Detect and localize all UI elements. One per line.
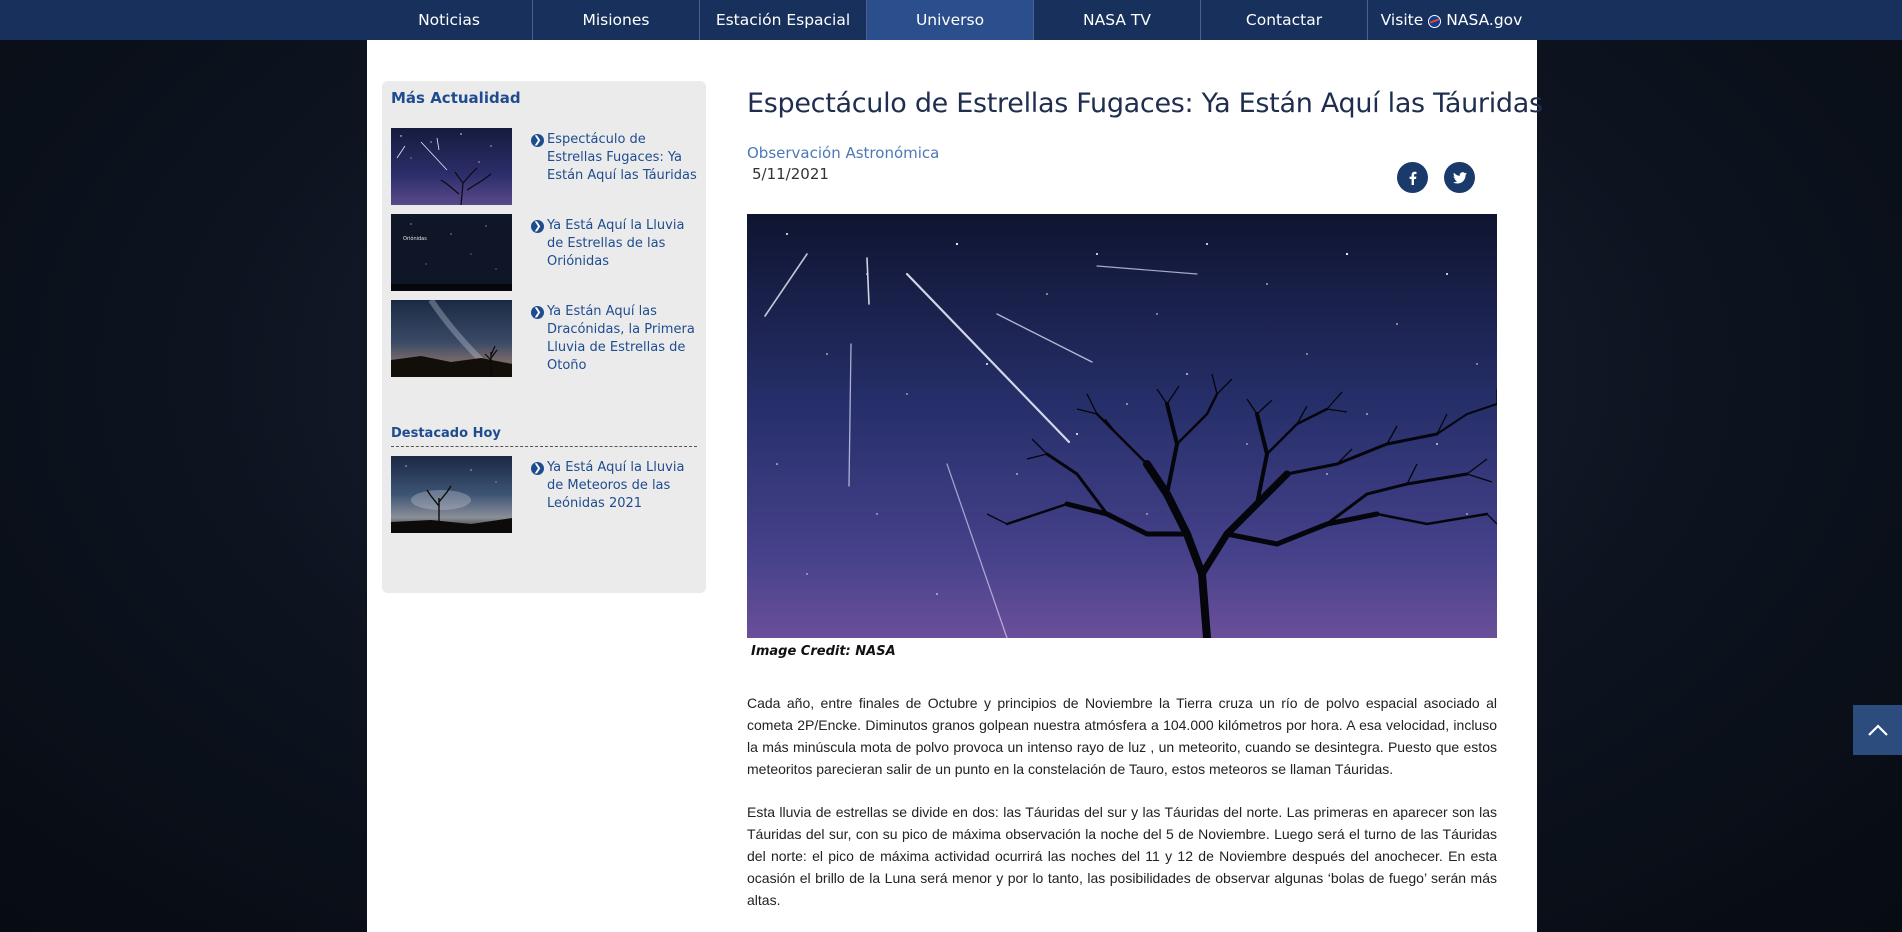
sidebar-article-item[interactable]: ❯ Espectáculo de Estrellas Fugaces: Ya E… <box>391 128 701 206</box>
image-credit: Image Credit: NASA <box>751 644 896 659</box>
nav-item-contactar[interactable]: Contactar <box>1201 0 1368 40</box>
article-title: Espectáculo de Estrellas Fugaces: Ya Est… <box>747 88 1543 119</box>
sidebar: Más Actualidad ❯ Espectáculo de Estrella… <box>382 81 706 593</box>
article-thumbnail[interactable]: Oriónidas <box>391 214 512 291</box>
nav-item-nasa-tv[interactable]: NASA TV <box>1034 0 1201 40</box>
chevron-circle-right-icon: ❯ <box>531 220 544 233</box>
sidebar-article-item[interactable]: Oriónidas ❯ Ya Está Aquí la Lluvia de Es… <box>391 214 701 292</box>
page-container: Más Actualidad ❯ Espectáculo de Estrella… <box>367 40 1543 932</box>
featured-article-link[interactable]: Ya Está Aquí la Lluvia de Meteoros de la… <box>547 459 697 513</box>
facebook-icon <box>1409 171 1416 185</box>
hero-image <box>747 214 1497 638</box>
article-paragraph: Esta lluvia de estrellas se divide en do… <box>747 804 1497 908</box>
nasa-logo-icon <box>1428 14 1442 28</box>
visit-suffix-label: NASA.gov <box>1446 11 1523 29</box>
sidebar-heading: Más Actualidad <box>391 89 521 107</box>
sidebar-article-item[interactable]: ❯ Ya Están Aquí las Dracónidas, la Prime… <box>391 300 701 378</box>
nav-item-universo[interactable]: Universo <box>867 0 1034 40</box>
article-date: 5/11/2021 <box>752 165 829 183</box>
thumbnail-caption: Oriónidas <box>403 235 427 242</box>
article-paragraph: Cada año, entre finales de Octubre y pri… <box>747 695 1497 777</box>
article-thumbnail[interactable] <box>391 300 512 377</box>
top-navigation: Noticias Misiones Estación Espacial Univ… <box>0 0 1902 40</box>
chevron-circle-right-icon: ❯ <box>531 134 544 147</box>
chevron-up-icon <box>1867 724 1888 736</box>
article-category-link[interactable]: Observación Astronómica <box>747 144 939 162</box>
twitter-icon <box>1452 171 1467 184</box>
nav-item-misiones[interactable]: Misiones <box>533 0 700 40</box>
article-thumbnail[interactable] <box>391 456 512 533</box>
article-thumbnail[interactable] <box>391 128 512 205</box>
sidebar-article-link[interactable]: Espectáculo de Estrellas Fugaces: Ya Est… <box>547 131 697 185</box>
visit-prefix-label: Visite <box>1380 11 1424 29</box>
chevron-circle-right-icon: ❯ <box>531 306 544 319</box>
featured-article-item[interactable]: ❯ Ya Está Aquí la Lluvia de Meteoros de … <box>391 456 701 534</box>
nav-item-visit-nasa-gov[interactable]: Visite NASA.gov <box>1368 0 1535 40</box>
featured-divider <box>391 446 697 447</box>
featured-heading: Destacado Hoy <box>391 426 501 441</box>
back-to-top-button[interactable] <box>1853 705 1902 755</box>
nav-item-estacion-espacial[interactable]: Estación Espacial <box>700 0 867 40</box>
twitter-share-button[interactable] <box>1444 162 1475 193</box>
chevron-circle-right-icon: ❯ <box>531 462 544 475</box>
facebook-share-button[interactable] <box>1397 162 1428 193</box>
sidebar-article-link[interactable]: Ya Están Aquí las Dracónidas, la Primera… <box>547 303 697 375</box>
nav-item-noticias[interactable]: Noticias <box>366 0 533 40</box>
sidebar-article-link[interactable]: Ya Está Aquí la Lluvia de Estrellas de l… <box>547 217 697 271</box>
